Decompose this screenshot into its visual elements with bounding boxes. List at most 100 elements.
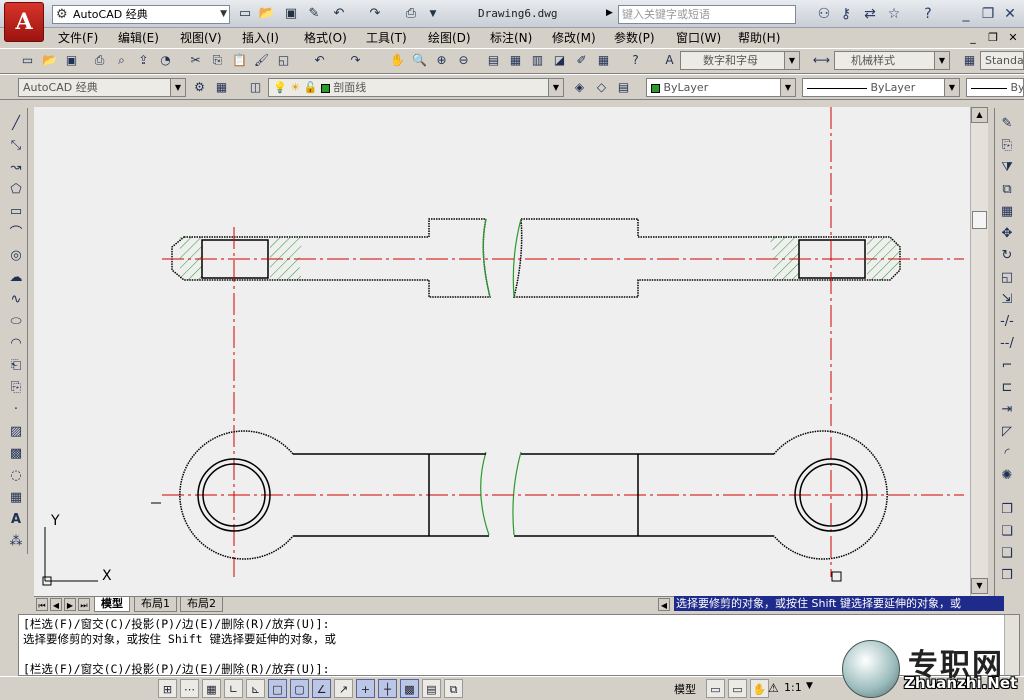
spline-icon[interactable]: ∿ (6, 290, 26, 310)
object-snap-icon[interactable]: □ (268, 679, 287, 698)
design-center-icon[interactable]: ▦ (506, 51, 525, 70)
annotation-scale-icon[interactable]: ⚠ (768, 681, 779, 695)
menu-tools[interactable]: 工具(T) (366, 30, 407, 46)
menu-modify[interactable]: 修改(M) (552, 30, 596, 46)
model-space-label[interactable]: 模型 (674, 681, 696, 697)
scroll-up-icon[interactable]: ▲ (971, 107, 988, 123)
sheet-set-icon[interactable]: ◪ (550, 51, 569, 70)
block-editor-icon[interactable]: ◱ (274, 51, 293, 70)
quick-view-drawings-icon[interactable]: ▭ (728, 679, 747, 698)
binoculars-icon[interactable]: ⚇ (814, 5, 834, 23)
help-icon[interactable]: ? (918, 5, 938, 23)
exchange-icon[interactable]: ⇄ (860, 5, 880, 23)
offset-icon[interactable]: ⧉ (997, 180, 1017, 200)
insert-block-icon[interactable]: ⎗ (6, 356, 26, 376)
circle-icon[interactable]: ◎ (6, 246, 26, 266)
dimension-style-select[interactable]: 机械样式 ▼ (834, 51, 950, 70)
workspace-select[interactable]: AutoCAD 经典 ▼ (18, 78, 186, 97)
ortho-mode-icon[interactable]: ∟ (224, 679, 243, 698)
doc-minimize-icon[interactable]: _ (966, 31, 980, 45)
vertical-scrollbar[interactable]: ▲ ▼ (970, 107, 988, 596)
menu-draw[interactable]: 绘图(D) (428, 30, 471, 46)
restore-icon[interactable]: ❐ (978, 5, 998, 23)
dynamic-input-icon[interactable]: + (356, 679, 375, 698)
quick-properties-icon[interactable]: ▤ (422, 679, 441, 698)
zoom-realtime-icon[interactable]: 🔍 (410, 51, 429, 70)
arc-icon[interactable]: ⌒ (6, 224, 26, 244)
dynamic-ucs-icon[interactable]: ↗ (334, 679, 353, 698)
layer-state-icon[interactable]: ▤ (614, 78, 633, 97)
star-icon[interactable]: ☆ (884, 5, 904, 23)
calculator-icon[interactable]: ▦ (594, 51, 613, 70)
prev-tab-icon[interactable]: ◀ (50, 598, 62, 611)
trim-icon[interactable]: -/- (997, 312, 1017, 332)
match-properties-icon[interactable]: 🖌 (252, 51, 271, 70)
redo-icon[interactable]: ↷ (366, 5, 384, 23)
cut-icon[interactable]: ✂ (186, 51, 205, 70)
redo-toolbar-icon[interactable]: ↷ (346, 51, 365, 70)
scale-icon[interactable]: ◱ (997, 268, 1017, 288)
close-icon[interactable]: ✕ (1000, 5, 1020, 23)
rotate-icon[interactable]: ↻ (997, 246, 1017, 266)
explode-icon[interactable]: ✺ (997, 466, 1017, 486)
ellipse-arc-icon[interactable]: ◠ (6, 334, 26, 354)
drawing-area[interactable]: Y X (34, 107, 970, 596)
menu-file[interactable]: 文件(F) (58, 30, 98, 46)
copy-icon[interactable]: ⎘ (208, 51, 227, 70)
first-tab-icon[interactable]: ⏮ (36, 598, 48, 611)
qnew-icon[interactable]: ▭ (18, 51, 37, 70)
tool-palettes-icon[interactable]: ▥ (528, 51, 547, 70)
menu-window[interactable]: 窗口(W) (676, 30, 721, 46)
menu-insert[interactable]: 插入(I) (242, 30, 279, 46)
table-style-icon[interactable]: ▦ (960, 51, 979, 70)
ellipse-icon[interactable]: ⬭ (6, 312, 26, 332)
copy-object-icon[interactable]: ⎘ (997, 136, 1017, 156)
table-style-select[interactable]: Standa (980, 51, 1024, 70)
transparency-icon[interactable]: ▩ (400, 679, 419, 698)
pan-icon[interactable]: ✋ (388, 51, 407, 70)
open-icon[interactable]: 📂 (40, 51, 59, 70)
help-toolbar-icon[interactable]: ? (626, 51, 645, 70)
text-style-icon[interactable]: A (660, 51, 679, 70)
open-file-icon[interactable]: 📂 (258, 5, 276, 23)
table-icon[interactable]: ▦ (6, 488, 26, 508)
erase-icon[interactable]: ✎ (997, 114, 1017, 134)
customize-dropdown-icon[interactable]: ▼ (424, 5, 442, 23)
pan-status-icon[interactable]: ✋ (750, 679, 769, 698)
mirror-icon[interactable]: ⧩ (997, 158, 1017, 178)
search-input[interactable]: 键入关键字或短语 (618, 5, 796, 24)
doc-restore-icon[interactable]: ❐ (986, 31, 1000, 45)
extend-icon[interactable]: --/ (997, 334, 1017, 354)
menu-parameter[interactable]: 参数(P) (614, 30, 655, 46)
tab-model[interactable]: 模型 (94, 597, 130, 612)
region-icon[interactable]: ◌ (6, 466, 26, 486)
minimize-icon[interactable]: _ (956, 5, 976, 23)
sheet-icon[interactable]: ◔ (156, 51, 175, 70)
make-block-icon[interactable]: ⎘ (6, 378, 26, 398)
add-selected-icon[interactable]: ⁂ (6, 532, 26, 552)
markup-icon[interactable]: ✐ (572, 51, 591, 70)
hatch-icon[interactable]: ▨ (6, 422, 26, 442)
menu-help[interactable]: 帮助(H) (738, 30, 780, 46)
layer-previous-icon[interactable]: ◇ (592, 78, 611, 97)
scroll-thumb[interactable] (972, 211, 987, 229)
tab-layout1[interactable]: 布局1 (134, 597, 177, 612)
workspace-save-icon[interactable]: ▦ (212, 78, 231, 97)
next-tab-icon[interactable]: ▶ (64, 598, 76, 611)
workspace-switcher[interactable]: ⚙ AutoCAD 经典 ▼ (52, 5, 230, 24)
linetype-select[interactable]: ByLayer ▼ (802, 78, 960, 97)
chamfer-icon[interactable]: ◸ (997, 422, 1017, 442)
array-icon[interactable]: ▦ (997, 202, 1017, 222)
line-icon[interactable]: ╱ (6, 114, 26, 134)
zoom-previous-icon[interactable]: ⊖ (454, 51, 473, 70)
layer-select[interactable]: 💡 ☀ 🔓 剖面线 ▼ (268, 78, 564, 97)
menu-dimension[interactable]: 标注(N) (490, 30, 532, 46)
make-current-layer-icon[interactable]: ◈ (570, 78, 589, 97)
color-select[interactable]: ByLayer ▼ (646, 78, 796, 97)
gradient-icon[interactable]: ▩ (6, 444, 26, 464)
selection-cycling-icon[interactable]: ⧉ (444, 679, 463, 698)
quick-view-layouts-icon[interactable]: ▭ (706, 679, 725, 698)
paste-icon[interactable]: 📋 (230, 51, 249, 70)
zoom-window-icon[interactable]: ⊕ (432, 51, 451, 70)
object-snap-tracking-icon[interactable]: ∠ (312, 679, 331, 698)
